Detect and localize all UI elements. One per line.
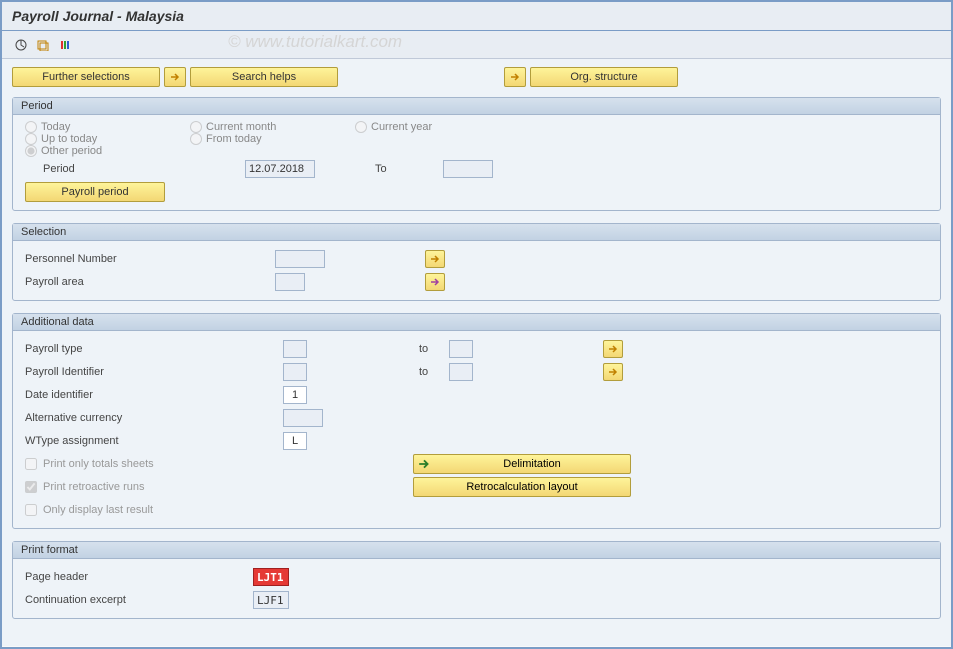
payroll-identifier-to-label: to (419, 366, 449, 378)
radio-current-month-input[interactable] (190, 121, 202, 133)
radio-current-year-input[interactable] (355, 121, 367, 133)
payroll-type-to-label: to (419, 343, 449, 355)
retrocalc-button[interactable]: Retrocalculation layout (413, 477, 631, 497)
radio-today-input[interactable] (25, 121, 37, 133)
payroll-type-multi-button[interactable] (603, 340, 623, 358)
search-helps-button[interactable]: Search helps (190, 67, 338, 87)
print-totals-checkbox[interactable] (25, 458, 37, 470)
payroll-identifier-label: Payroll Identifier (25, 366, 283, 378)
personnel-number-input[interactable] (275, 250, 325, 268)
page-header-label: Page header (25, 571, 253, 583)
additional-panel: Additional data Payroll type to Payroll … (12, 313, 941, 529)
period-panel: Period Today Current month Current year … (12, 97, 941, 211)
only-last-checkbox[interactable] (25, 504, 37, 516)
period-label: Period (43, 163, 185, 175)
radio-other-period-input[interactable] (25, 145, 37, 157)
radio-current-year[interactable]: Current year (355, 121, 520, 133)
date-identifier-input[interactable] (283, 386, 307, 404)
continuation-label: Continuation excerpt (25, 594, 253, 606)
print-totals-label: Print only totals sheets (43, 458, 413, 470)
payroll-identifier-input[interactable] (283, 363, 307, 381)
payroll-area-label: Payroll area (25, 276, 275, 288)
alt-currency-label: Alternative currency (25, 412, 283, 424)
payroll-type-to-input[interactable] (449, 340, 473, 358)
additional-panel-title: Additional data (13, 314, 940, 331)
radio-today[interactable]: Today (25, 121, 190, 133)
print-retro-label: Print retroactive runs (43, 481, 413, 493)
delimitation-button[interactable]: Delimitation (413, 454, 631, 474)
wtype-input[interactable] (283, 432, 307, 450)
period-panel-title: Period (13, 98, 940, 115)
page-title: Payroll Journal - Malaysia (2, 2, 951, 31)
radio-up-to-today[interactable]: Up to today (25, 133, 190, 145)
radio-up-to-today-input[interactable] (25, 133, 37, 145)
only-last-label: Only display last result (43, 504, 203, 516)
continuation-input[interactable] (253, 591, 289, 609)
toolbar (2, 31, 951, 59)
execute-icon[interactable] (12, 36, 30, 54)
payroll-identifier-to-input[interactable] (449, 363, 473, 381)
print-retro-checkbox[interactable] (25, 481, 37, 493)
payroll-area-input[interactable] (275, 273, 305, 291)
org-arrow-button[interactable] (504, 67, 526, 87)
personnel-multi-button[interactable] (425, 250, 445, 268)
further-selections-button[interactable]: Further selections (12, 67, 160, 87)
page-header-input[interactable] (253, 568, 289, 586)
date-identifier-label: Date identifier (25, 389, 283, 401)
selection-panel: Selection Personnel Number Payroll area (12, 223, 941, 301)
print-panel-title: Print format (13, 542, 940, 559)
print-panel: Print format Page header Continuation ex… (12, 541, 941, 619)
payroll-area-multi-button[interactable] (425, 273, 445, 291)
wtype-label: WType assignment (25, 435, 283, 447)
payroll-type-label: Payroll type (25, 343, 283, 355)
search-arrow-button[interactable] (164, 67, 186, 87)
selection-panel-title: Selection (13, 224, 940, 241)
personnel-number-label: Personnel Number (25, 253, 275, 265)
radio-other-period[interactable]: Other period (25, 145, 190, 157)
period-to-label: To (375, 163, 415, 175)
content-area: Further selections Search helps Org. str… (2, 59, 951, 646)
radio-from-today[interactable]: From today (190, 133, 355, 145)
period-to-input[interactable] (443, 160, 493, 178)
radio-current-month[interactable]: Current month (190, 121, 355, 133)
variant-icon[interactable] (34, 36, 52, 54)
info-icon[interactable] (56, 36, 74, 54)
radio-from-today-input[interactable] (190, 133, 202, 145)
top-button-row: Further selections Search helps Org. str… (12, 67, 941, 87)
payroll-type-input[interactable] (283, 340, 307, 358)
payroll-period-button[interactable]: Payroll period (25, 182, 165, 202)
period-from-input[interactable] (245, 160, 315, 178)
alt-currency-input[interactable] (283, 409, 323, 427)
payroll-identifier-multi-button[interactable] (603, 363, 623, 381)
org-structure-button[interactable]: Org. structure (530, 67, 678, 87)
